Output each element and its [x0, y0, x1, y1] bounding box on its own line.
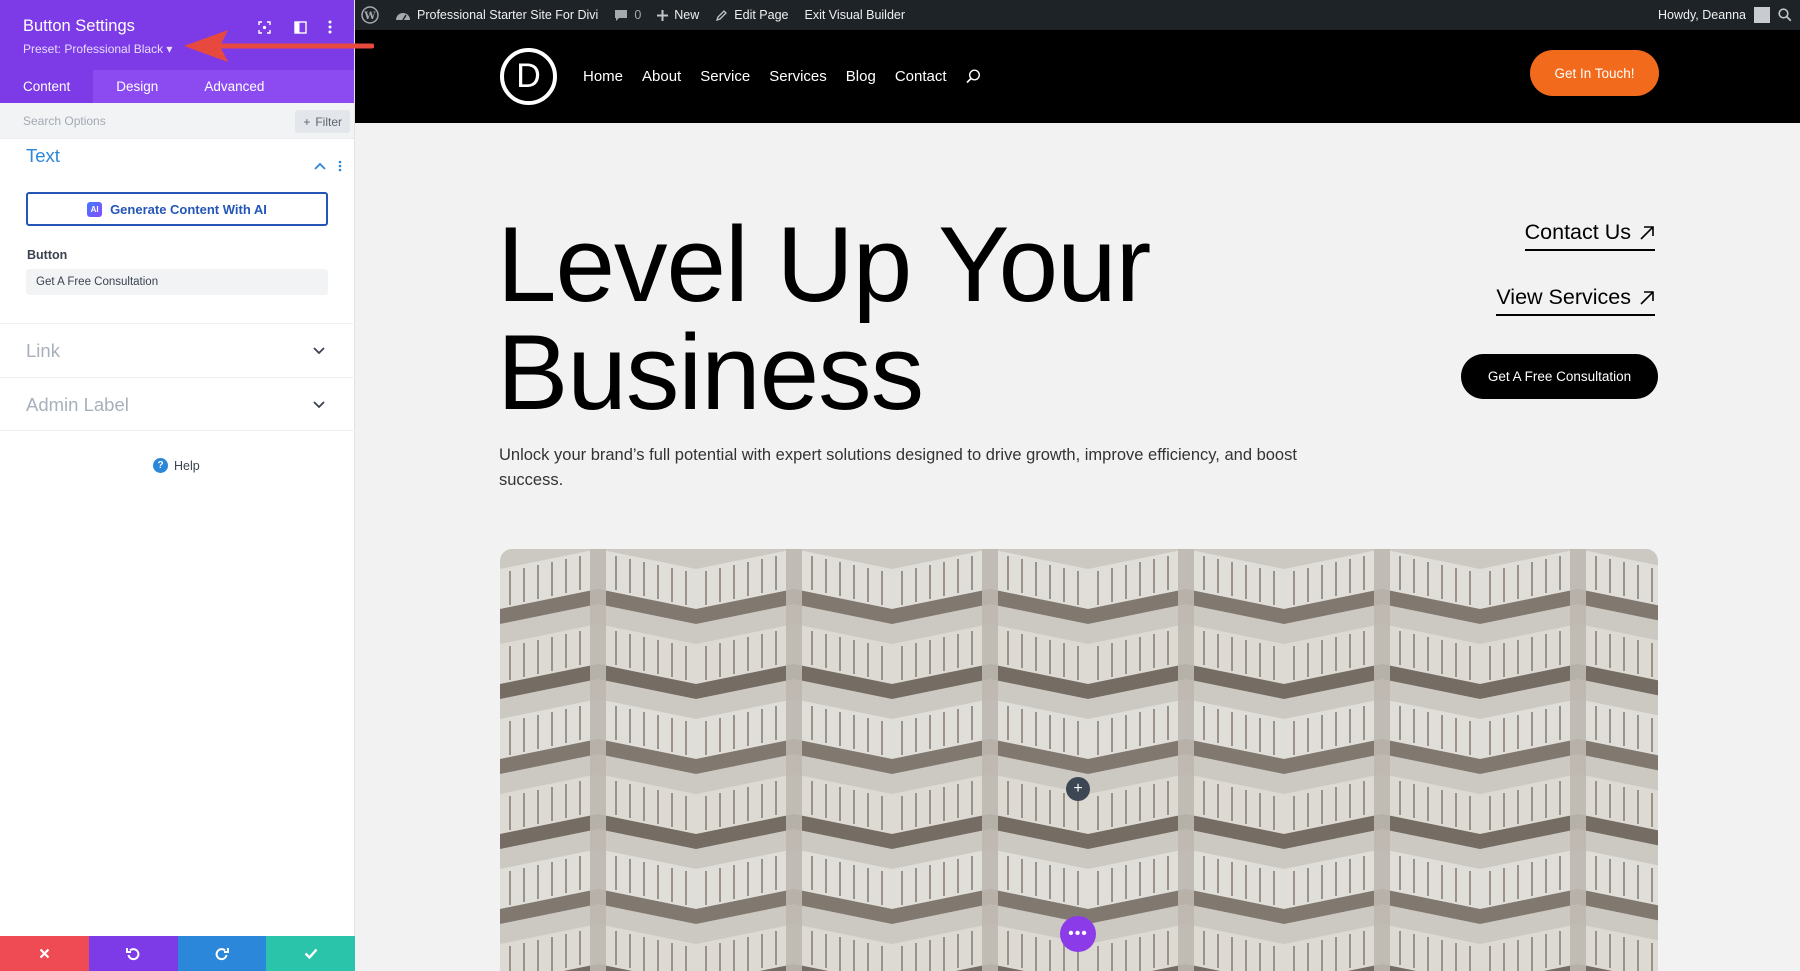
comment-count: 0 — [634, 8, 642, 22]
preset-selector[interactable]: Preset: Professional Black ▾ — [23, 42, 172, 56]
search-icon[interactable] — [965, 69, 982, 85]
search-options-input[interactable] — [23, 103, 263, 139]
section-options-icon[interactable] — [338, 159, 342, 177]
discard-button[interactable] — [0, 936, 89, 971]
new-link[interactable]: New — [649, 0, 707, 30]
pencil-icon — [716, 9, 728, 21]
link-section[interactable]: Link — [0, 323, 355, 377]
view-services-link[interactable]: View Services — [1496, 285, 1655, 316]
avatar[interactable] — [1754, 7, 1770, 23]
link-section-title: Link — [26, 340, 60, 361]
generate-ai-label: Generate Content With AI — [110, 201, 267, 217]
filter-button[interactable]: + Filter — [295, 110, 350, 133]
admin-label-title: Admin Label — [26, 394, 129, 415]
redo-button[interactable] — [177, 936, 267, 971]
search-icon[interactable] — [1778, 8, 1792, 22]
chevron-down-icon — [313, 342, 329, 358]
site-header: D Home About Service Services Blog Conta… — [355, 30, 1800, 123]
nav-services[interactable]: Services — [769, 68, 827, 85]
redo-icon — [215, 947, 229, 960]
plus-icon — [657, 9, 669, 21]
undo-icon — [126, 947, 140, 960]
exit-visual-builder-link[interactable]: Exit Visual Builder — [797, 0, 914, 30]
text-section-title[interactable]: Text — [26, 145, 60, 167]
ai-icon: AI — [87, 201, 103, 217]
tab-design[interactable]: Design — [93, 70, 181, 103]
main-nav: Home About Service Services Blog Contact — [583, 30, 982, 123]
undo-button[interactable] — [88, 936, 178, 971]
search-row: + Filter — [0, 103, 354, 139]
comments-link[interactable]: 0 — [606, 0, 649, 30]
nav-blog[interactable]: Blog — [846, 68, 876, 85]
free-consultation-button[interactable]: Get A Free Consultation — [1461, 354, 1658, 399]
help-link[interactable]: ? Help — [153, 458, 200, 473]
hero-subtitle: Unlock your brand’s full potential with … — [499, 446, 1297, 489]
wordpress-logo-icon[interactable]: W — [355, 0, 387, 30]
hero-title-line-1: Level Up Your — [497, 204, 1151, 324]
comment-icon — [615, 9, 628, 21]
help-icon: ? — [153, 458, 168, 473]
chevron-up-icon[interactable] — [314, 157, 326, 175]
filter-label: Filter — [315, 114, 342, 129]
settings-panel: Button Settings Preset: Professional Bla… — [0, 0, 355, 971]
admin-label-section[interactable]: Admin Label — [0, 377, 355, 431]
arrow-up-right-icon — [1640, 225, 1654, 240]
check-icon — [304, 948, 318, 959]
help-label: Help — [174, 458, 200, 473]
edit-page-label: Edit Page — [734, 8, 789, 22]
plus-icon: + — [303, 114, 311, 129]
generate-ai-button[interactable]: AI Generate Content With AI — [26, 192, 328, 226]
more-actions-button[interactable]: ••• — [1060, 916, 1096, 952]
admin-bar-right: Howdy, Deanna — [1658, 0, 1792, 30]
edit-page-link[interactable]: Edit Page — [707, 0, 796, 30]
site-logo[interactable]: D — [500, 48, 557, 105]
get-in-touch-button[interactable]: Get In Touch! — [1530, 50, 1659, 96]
hero-title-line-2: Business — [497, 312, 924, 432]
nav-home[interactable]: Home — [583, 68, 623, 85]
annotation-arrow-icon — [184, 30, 374, 62]
nav-service[interactable]: Service — [700, 68, 750, 85]
new-label: New — [674, 8, 700, 22]
howdy-user[interactable]: Howdy, Deanna — [1658, 8, 1746, 22]
button-text-input[interactable] — [26, 269, 328, 295]
wp-admin-bar: W Professional Starter Site For Divi 0 N… — [355, 0, 1800, 30]
button-text-label: Button — [27, 248, 68, 262]
nav-about[interactable]: About — [642, 68, 681, 85]
view-services-label: View Services — [1496, 285, 1631, 309]
contact-us-link[interactable]: Contact Us — [1524, 220, 1655, 251]
dashboard-icon — [396, 13, 410, 21]
svg-text:W: W — [363, 11, 376, 22]
site-name-link[interactable]: Professional Starter Site For Divi — [387, 0, 606, 30]
hero-title: Level Up Your Business — [497, 210, 1197, 426]
chevron-down-icon — [313, 396, 329, 412]
add-module-icon[interactable]: + — [1066, 777, 1090, 801]
hero-building-image[interactable] — [500, 549, 1658, 971]
site-name: Professional Starter Site For Divi — [417, 8, 599, 22]
panel-title: Button Settings — [23, 17, 135, 35]
arrow-up-right-icon — [1640, 290, 1654, 305]
nav-contact[interactable]: Contact — [895, 68, 947, 85]
save-button[interactable] — [266, 936, 355, 971]
panel-footer — [0, 936, 355, 971]
tab-content[interactable]: Content — [0, 70, 94, 103]
panel-tabs: Content Design Advanced — [0, 70, 354, 103]
tab-advanced[interactable]: Advanced — [181, 70, 287, 103]
close-icon — [39, 948, 50, 959]
contact-us-label: Contact Us — [1524, 220, 1631, 244]
